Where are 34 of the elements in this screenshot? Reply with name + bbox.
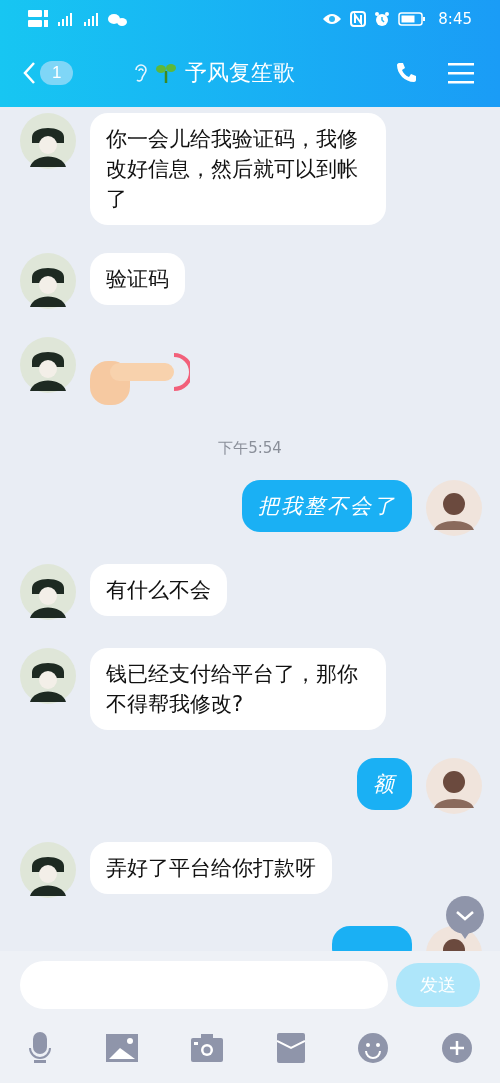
avatar-icon[interactable]	[426, 480, 482, 536]
eye-icon	[322, 12, 343, 26]
avatar-icon[interactable]	[20, 648, 76, 704]
avatar-icon[interactable]	[20, 253, 76, 309]
phone-icon[interactable]	[394, 60, 418, 85]
nfc-icon	[350, 11, 367, 27]
message-bubble: 把我整不会了	[242, 480, 412, 532]
camera-icon[interactable]	[191, 1034, 224, 1062]
avatar-icon[interactable]	[20, 842, 76, 898]
ear-icon	[133, 61, 148, 84]
emoji-icon[interactable]	[358, 1033, 389, 1063]
message-bubble: 额	[357, 758, 412, 810]
unread-count: 1	[40, 60, 74, 85]
chat-title: 予风复笙歌	[185, 58, 296, 87]
alarm-icon	[374, 11, 391, 27]
avatar-icon[interactable]	[20, 113, 76, 169]
timestamp: 下午5:54	[217, 439, 283, 458]
image-icon[interactable]	[105, 1034, 138, 1062]
chevron-left-icon	[22, 60, 36, 85]
avatar-icon[interactable]	[20, 337, 76, 393]
back-button[interactable]: 1	[22, 60, 74, 85]
message-bubble: 验证码	[90, 253, 185, 305]
message-bubble: 有什么不会	[90, 564, 227, 616]
envelope-icon[interactable]	[276, 1033, 305, 1063]
status-time: 8:45	[438, 10, 472, 28]
message-bubble: 钱已经支付给平台了，那你不得帮我修改?	[90, 648, 386, 730]
avatar-icon[interactable]	[20, 564, 76, 620]
microphone-icon[interactable]	[28, 1032, 52, 1064]
message-bubble: 你一会儿给我验证码，我修改好信息，然后就可以到帐了	[90, 113, 386, 225]
avatar-icon[interactable]	[426, 758, 482, 814]
battery-icon	[398, 11, 427, 27]
plus-icon[interactable]	[441, 1033, 472, 1063]
message-bubble: 弄好了平台给你打款呀	[90, 842, 332, 894]
menu-icon[interactable]	[448, 61, 474, 84]
